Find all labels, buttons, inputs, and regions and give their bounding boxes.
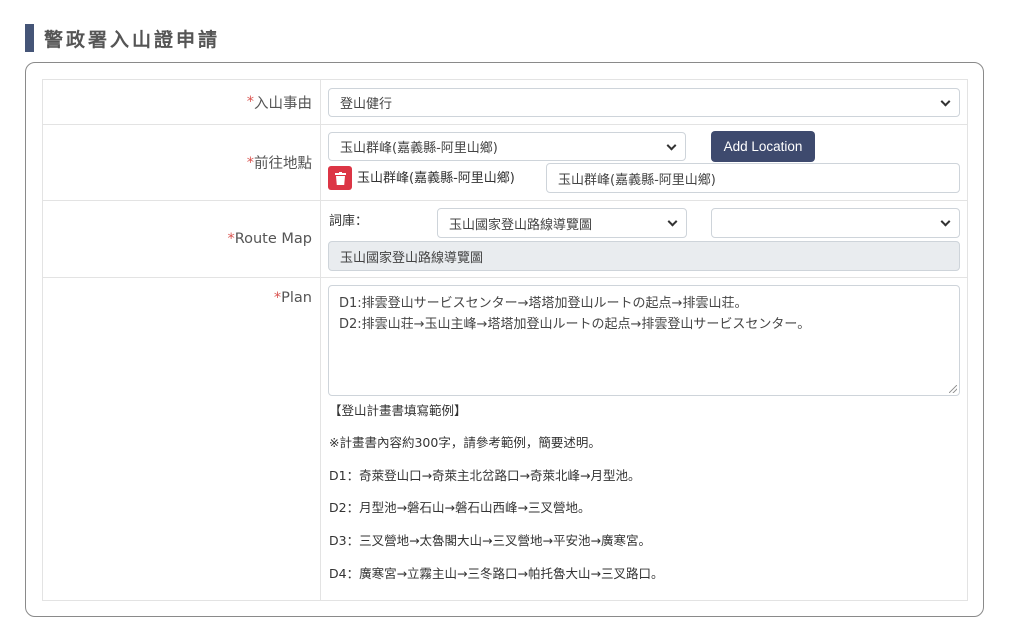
reason-select[interactable]: 登山健行 xyxy=(328,88,960,117)
example-line: D1：奇萊登山口→奇萊主北岔路口→奇萊北峰→月型池。 xyxy=(329,468,641,483)
location-item-label: 玉山群峰(嘉義縣-阿里山鄉) xyxy=(357,171,515,186)
required-mark: * xyxy=(273,290,282,306)
reason-label: * 入山事由 xyxy=(43,80,321,124)
example-line: D4：廣寒宮→立霧主山→三冬路口→帕托魯大山→三叉路口。 xyxy=(329,566,664,581)
required-mark: * xyxy=(227,231,235,247)
required-mark: * xyxy=(246,154,254,171)
plan-text-line: D1:排雲登山サービスセンター→塔塔加登山ルートの起点→排雲山荘。 xyxy=(339,296,748,311)
add-location-button[interactable]: Add Location xyxy=(711,131,815,162)
page-title: 警政署入山證申請 xyxy=(44,28,221,51)
plan-example: 【登山計畫書填寫範例】 ※計畫書內容約300字，請參考範例，簡要述明。 D1：奇… xyxy=(329,400,959,590)
location-item-input[interactable]: 玉山群峰(嘉義縣-阿里山鄉) xyxy=(546,163,960,193)
plan-textarea[interactable]: D1:排雲登山サービスセンター→塔塔加登山ルートの起点→排雲山荘。 D2:排雲山… xyxy=(328,285,960,396)
row-reason: * 入山事由 登山健行 xyxy=(43,80,967,125)
lexicon-select-value: 玉山國家登山路線導覽圖 xyxy=(449,217,593,233)
lexicon-select[interactable]: 玉山國家登山路線導覽圖 xyxy=(437,208,687,238)
example-heading: 【登山計畫書填寫範例】 xyxy=(329,403,467,418)
plan-text-line: D2:排雲山荘→玉山主峰→塔塔加登山ルートの起点→排雲登山サービスセンター。 xyxy=(339,317,811,332)
reason-label-text: 入山事由 xyxy=(254,95,312,112)
route-map-label-text: Route Map xyxy=(234,231,312,247)
header-accent-bar xyxy=(25,24,34,52)
row-plan: * Plan D1:排雲登山サービスセンター→塔塔加登山ルートの起点→排雲山荘。 … xyxy=(43,278,967,600)
row-route-map: * Route Map 詞庫： 玉山國家登山路線導覽圖 玉山國家登山路線導覽圖 xyxy=(43,201,967,278)
route-map-readonly-value: 玉山國家登山路線導覽圖 xyxy=(340,250,484,266)
resize-handle[interactable] xyxy=(949,385,957,393)
route-map-sub-select[interactable] xyxy=(711,208,960,238)
trash-icon xyxy=(334,171,346,185)
reason-select-value: 登山健行 xyxy=(340,97,393,112)
required-mark: * xyxy=(246,94,254,110)
route-map-label: * Route Map xyxy=(43,201,321,277)
example-line: ※計畫書內容約300字，請參考範例，簡要述明。 xyxy=(329,435,601,450)
destination-select[interactable]: 玉山群峰(嘉義縣-阿里山鄉) xyxy=(328,132,686,161)
plan-label: * Plan xyxy=(43,278,321,600)
form-table: * 入山事由 登山健行 * 前往地點 玉山群峰(嘉義縣-阿里山鄉) Add Loc… xyxy=(42,79,968,601)
route-map-readonly-field: 玉山國家登山路線導覽圖 xyxy=(328,241,960,271)
destination-label: * 前往地點 xyxy=(43,125,321,200)
delete-location-button[interactable] xyxy=(328,166,352,190)
lexicon-label: 詞庫： xyxy=(329,214,369,229)
plan-label-text: Plan xyxy=(281,290,312,306)
page-header: 警政署入山證申請 xyxy=(25,24,220,52)
destination-select-value: 玉山群峰(嘉義縣-阿里山鄉) xyxy=(340,141,498,156)
form-panel: * 入山事由 登山健行 * 前往地點 玉山群峰(嘉義縣-阿里山鄉) Add Loc… xyxy=(25,62,984,617)
example-line: D3：三叉營地→太魯閣大山→三叉營地→平安池→廣寒宮。 xyxy=(329,533,651,548)
destination-label-text: 前往地點 xyxy=(254,156,312,172)
location-item-input-value: 玉山群峰(嘉義縣-阿里山鄉) xyxy=(558,172,716,188)
row-destination: * 前往地點 玉山群峰(嘉義縣-阿里山鄉) Add Location 玉山群峰(嘉… xyxy=(43,125,967,201)
example-line: D2：月型池→磐石山→磐石山西峰→三叉營地。 xyxy=(329,500,591,515)
